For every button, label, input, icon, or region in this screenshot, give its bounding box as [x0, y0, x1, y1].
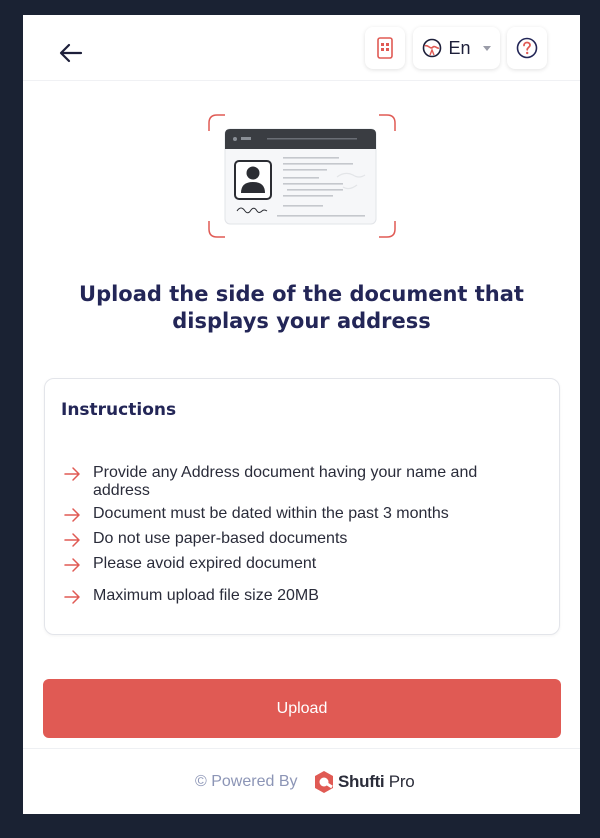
- arrow-right-icon: [64, 590, 80, 604]
- instructions-title: Instructions: [61, 400, 177, 420]
- instruction-text: Provide any Address document having your…: [93, 464, 478, 499]
- arrow-right-icon: [64, 508, 80, 522]
- instruction-text: Please avoid expired document: [93, 555, 317, 572]
- header: En: [23, 15, 580, 81]
- question-circle-icon: [516, 37, 538, 59]
- instruction-text: Do not use paper-based documents: [93, 530, 348, 547]
- instruction-item: Provide any Address document having your…: [63, 464, 533, 500]
- verification-card: En Upload the side of the document that …: [23, 15, 580, 814]
- globe-icon: [423, 38, 442, 58]
- help-button[interactable]: [507, 27, 547, 69]
- arrow-left-icon: [59, 43, 83, 63]
- page-title: Upload the side of the document that dis…: [79, 282, 524, 333]
- instruction-text: Maximum upload file size 20MB: [93, 587, 319, 604]
- arrow-right-icon: [64, 467, 80, 481]
- back-button[interactable]: [55, 39, 87, 67]
- instruction-item: Please avoid expired document: [63, 555, 533, 574]
- powered-by-text: © Powered By: [195, 773, 298, 790]
- language-label: En: [448, 37, 471, 58]
- language-selector[interactable]: En: [413, 27, 500, 69]
- instruction-item: Maximum upload file size 20MB: [63, 587, 533, 606]
- footer: © Powered By Shufti Pro: [23, 748, 580, 814]
- instructions-panel: Instructions Provide any Address documen…: [44, 378, 560, 635]
- id-card-illustration: [208, 114, 396, 238]
- shufti-logo-icon: [315, 771, 333, 793]
- chevron-down-icon: [482, 45, 491, 51]
- arrow-right-icon: [64, 558, 80, 572]
- instruction-item: Do not use paper-based documents: [63, 530, 533, 549]
- brand-name: Shufti Pro: [338, 772, 415, 791]
- arrow-right-icon: [64, 533, 80, 547]
- qr-code-button[interactable]: [365, 27, 405, 69]
- upload-button[interactable]: Upload: [43, 679, 561, 738]
- instruction-item: Document must be dated within the past 3…: [63, 505, 533, 524]
- instruction-text: Document must be dated within the past 3…: [93, 505, 449, 522]
- qr-phone-icon: [377, 37, 393, 59]
